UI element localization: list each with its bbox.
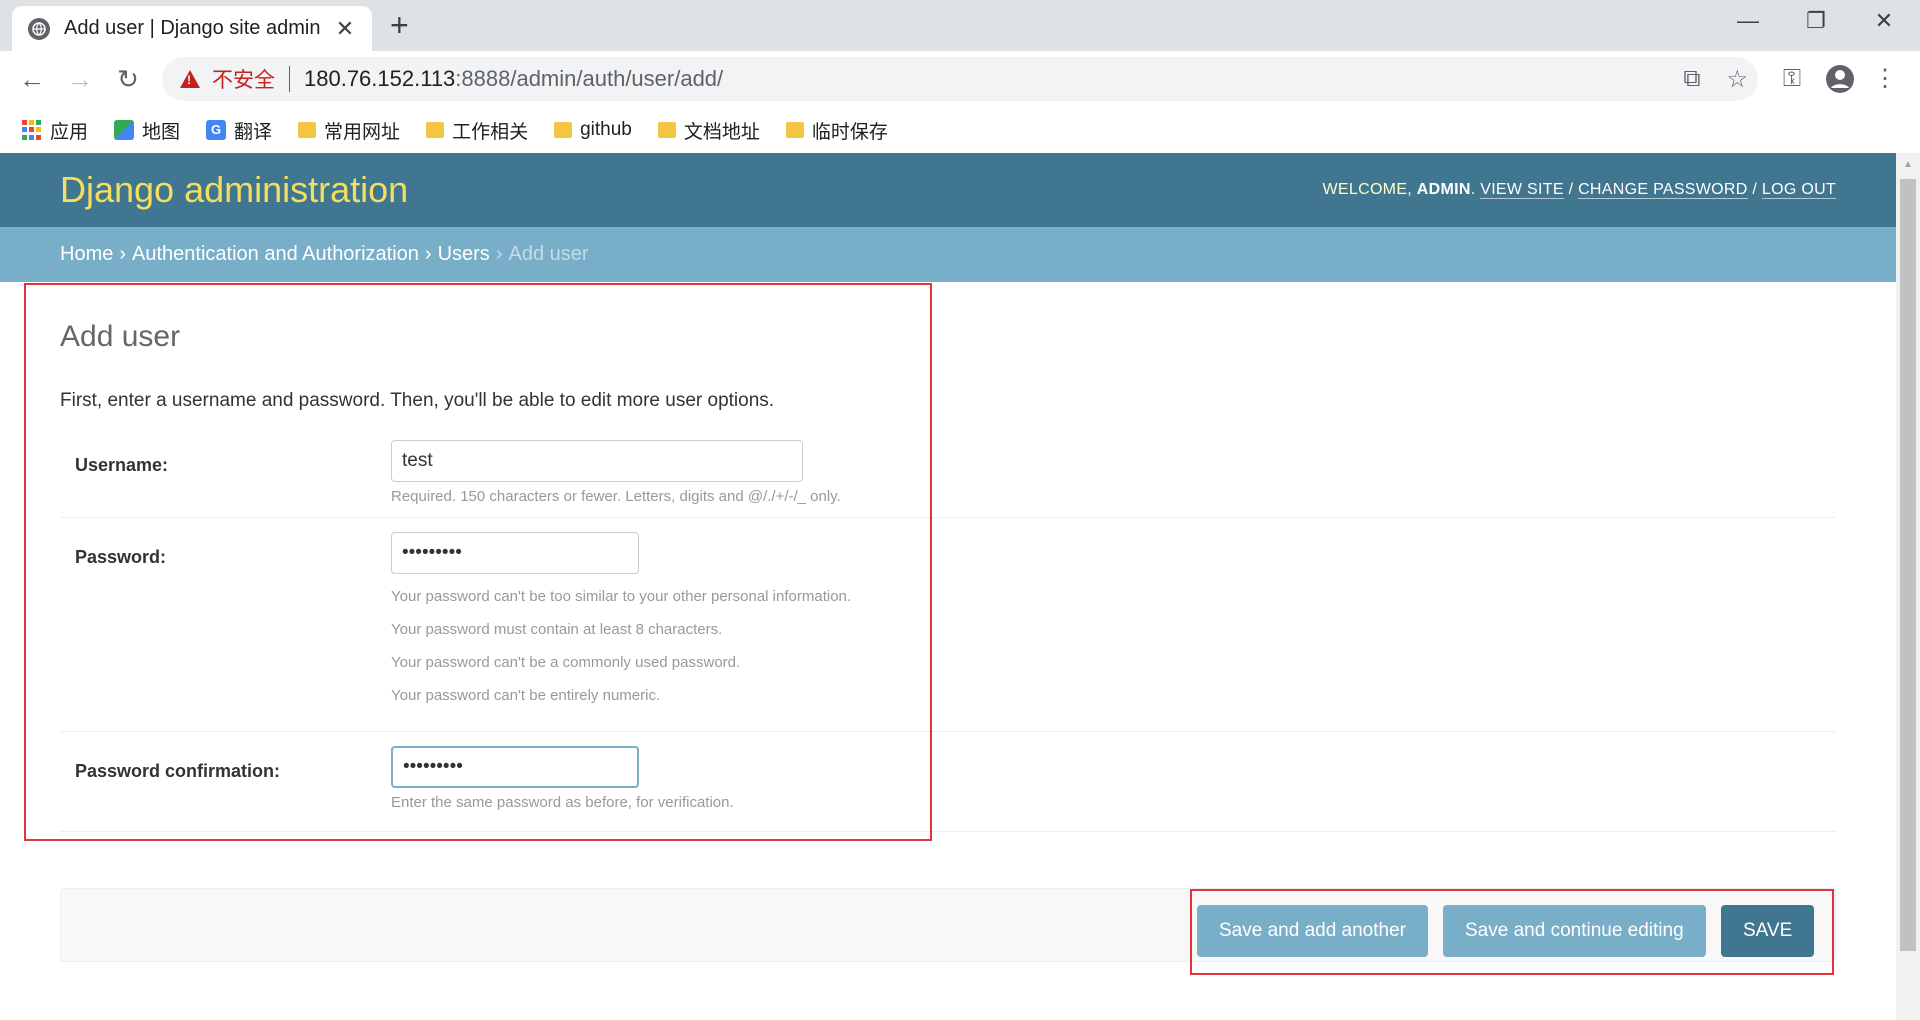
page-viewport: Django administration WELCOME, ADMIN. VI… — [0, 153, 1920, 1020]
bookmark-label: github — [580, 119, 632, 140]
address-bar[interactable]: 不安全 180.76.152.113:8888/admin/auth/user/… — [162, 57, 1758, 101]
breadcrumb-model[interactable]: Users — [438, 243, 490, 266]
divider — [289, 66, 290, 92]
annotation-box-buttons — [1190, 889, 1834, 975]
scroll-thumb[interactable] — [1900, 179, 1916, 951]
bookmark-label: 应用 — [50, 121, 89, 143]
bookmark-label: 翻译 — [234, 121, 273, 143]
log-out-link[interactable]: LOG OUT — [1761, 181, 1836, 199]
bookmark-translate[interactable]: G 翻译 — [206, 117, 272, 144]
change-password-link[interactable]: CHANGE PASSWORD — [1578, 181, 1748, 199]
folder-icon — [554, 122, 573, 138]
reload-icon[interactable]: ↻ — [110, 61, 146, 97]
browser-tab[interactable]: Add user | Django site admin ✕ — [12, 6, 372, 51]
warning-icon — [180, 70, 200, 88]
username: ADMIN — [1416, 181, 1471, 198]
annotation-box-form — [24, 283, 932, 841]
bookmark-folder[interactable]: 文档地址 — [657, 117, 760, 144]
tab-strip: Add user | Django site admin ✕ + — ❐ ✕ — [0, 0, 1920, 51]
maps-icon — [114, 120, 135, 140]
bookmark-folder[interactable]: 临时保存 — [785, 117, 888, 144]
browser-toolbar: ← → ↻ 不安全 180.76.152.113:8888/admin/auth… — [0, 51, 1920, 107]
browser-chrome: Add user | Django site admin ✕ + — ❐ ✕ ←… — [0, 0, 1920, 153]
site-branding[interactable]: Django administration — [60, 169, 408, 211]
folder-icon — [426, 122, 445, 138]
breadcrumb-current: Add user — [508, 243, 589, 265]
forward-icon[interactable]: → — [62, 61, 98, 97]
new-tab-icon[interactable]: + — [390, 8, 409, 42]
bookmark-maps[interactable]: 地图 — [114, 117, 180, 144]
vertical-scrollbar[interactable]: ▲ — [1896, 153, 1920, 1020]
view-site-link[interactable]: VIEW SITE — [1480, 181, 1564, 199]
profile-avatar-icon[interactable] — [1822, 61, 1858, 97]
apps-grid-icon — [22, 120, 42, 140]
close-tab-icon[interactable]: ✕ — [334, 16, 356, 42]
breadcrumb: Home › Authentication and Authorization › Us… — [0, 227, 1896, 282]
breadcrumb-separator: › — [119, 243, 127, 265]
back-icon[interactable]: ← — [14, 61, 50, 97]
menu-kebab-icon[interactable]: ⋮ — [1870, 61, 1900, 97]
bookmark-folder[interactable]: 工作相关 — [426, 117, 528, 144]
insecure-label[interactable]: 不安全 — [212, 64, 275, 94]
welcome-text: WELCOME, — [1322, 181, 1417, 198]
url-host: 180.76.152.113 — [304, 66, 456, 91]
bookmark-folder[interactable]: 常用网址 — [298, 117, 400, 144]
scroll-up-icon[interactable]: ▲ — [1896, 153, 1920, 177]
user-tools: WELCOME, ADMIN. VIEW SITE / CHANGE PASSW… — [1322, 181, 1836, 199]
bookmarks-bar: 应用 地图 G 翻译 常用网址 工作相关 github 文档地址 临时保存 — [0, 107, 1920, 153]
folder-icon — [785, 122, 804, 138]
bookmark-label: 临时保存 — [811, 121, 888, 143]
restore-icon[interactable]: ❐ — [1796, 6, 1836, 36]
key-icon[interactable]: ⚿ — [1774, 61, 1810, 97]
breadcrumb-app[interactable]: Authentication and Authorization — [132, 243, 419, 266]
translate-bookmark-icon: G — [206, 120, 227, 140]
translate-icon[interactable]: ⧉ — [1683, 65, 1700, 93]
url-path: :8888/admin/auth/user/add/ — [455, 66, 724, 91]
bookmark-label: 文档地址 — [683, 121, 760, 143]
breadcrumb-separator: › — [424, 243, 432, 265]
minimize-icon[interactable]: — — [1728, 6, 1768, 36]
globe-icon — [28, 17, 50, 40]
folder-icon — [298, 122, 317, 138]
folder-icon — [657, 122, 676, 138]
tab-title: Add user | Django site admin — [64, 17, 321, 39]
admin-header: Django administration WELCOME, ADMIN. VI… — [0, 153, 1896, 227]
bookmark-apps[interactable]: 应用 — [22, 117, 88, 144]
window-close-icon[interactable]: ✕ — [1864, 6, 1904, 36]
bookmark-label: 常用网址 — [324, 121, 401, 143]
bookmark-label: 工作相关 — [452, 121, 529, 143]
bookmark-folder[interactable]: github — [554, 119, 632, 141]
bookmark-star-icon[interactable]: ☆ — [1726, 65, 1748, 94]
breadcrumb-separator: › — [495, 243, 503, 265]
breadcrumb-home[interactable]: Home — [60, 243, 113, 266]
bookmark-label: 地图 — [142, 121, 181, 143]
